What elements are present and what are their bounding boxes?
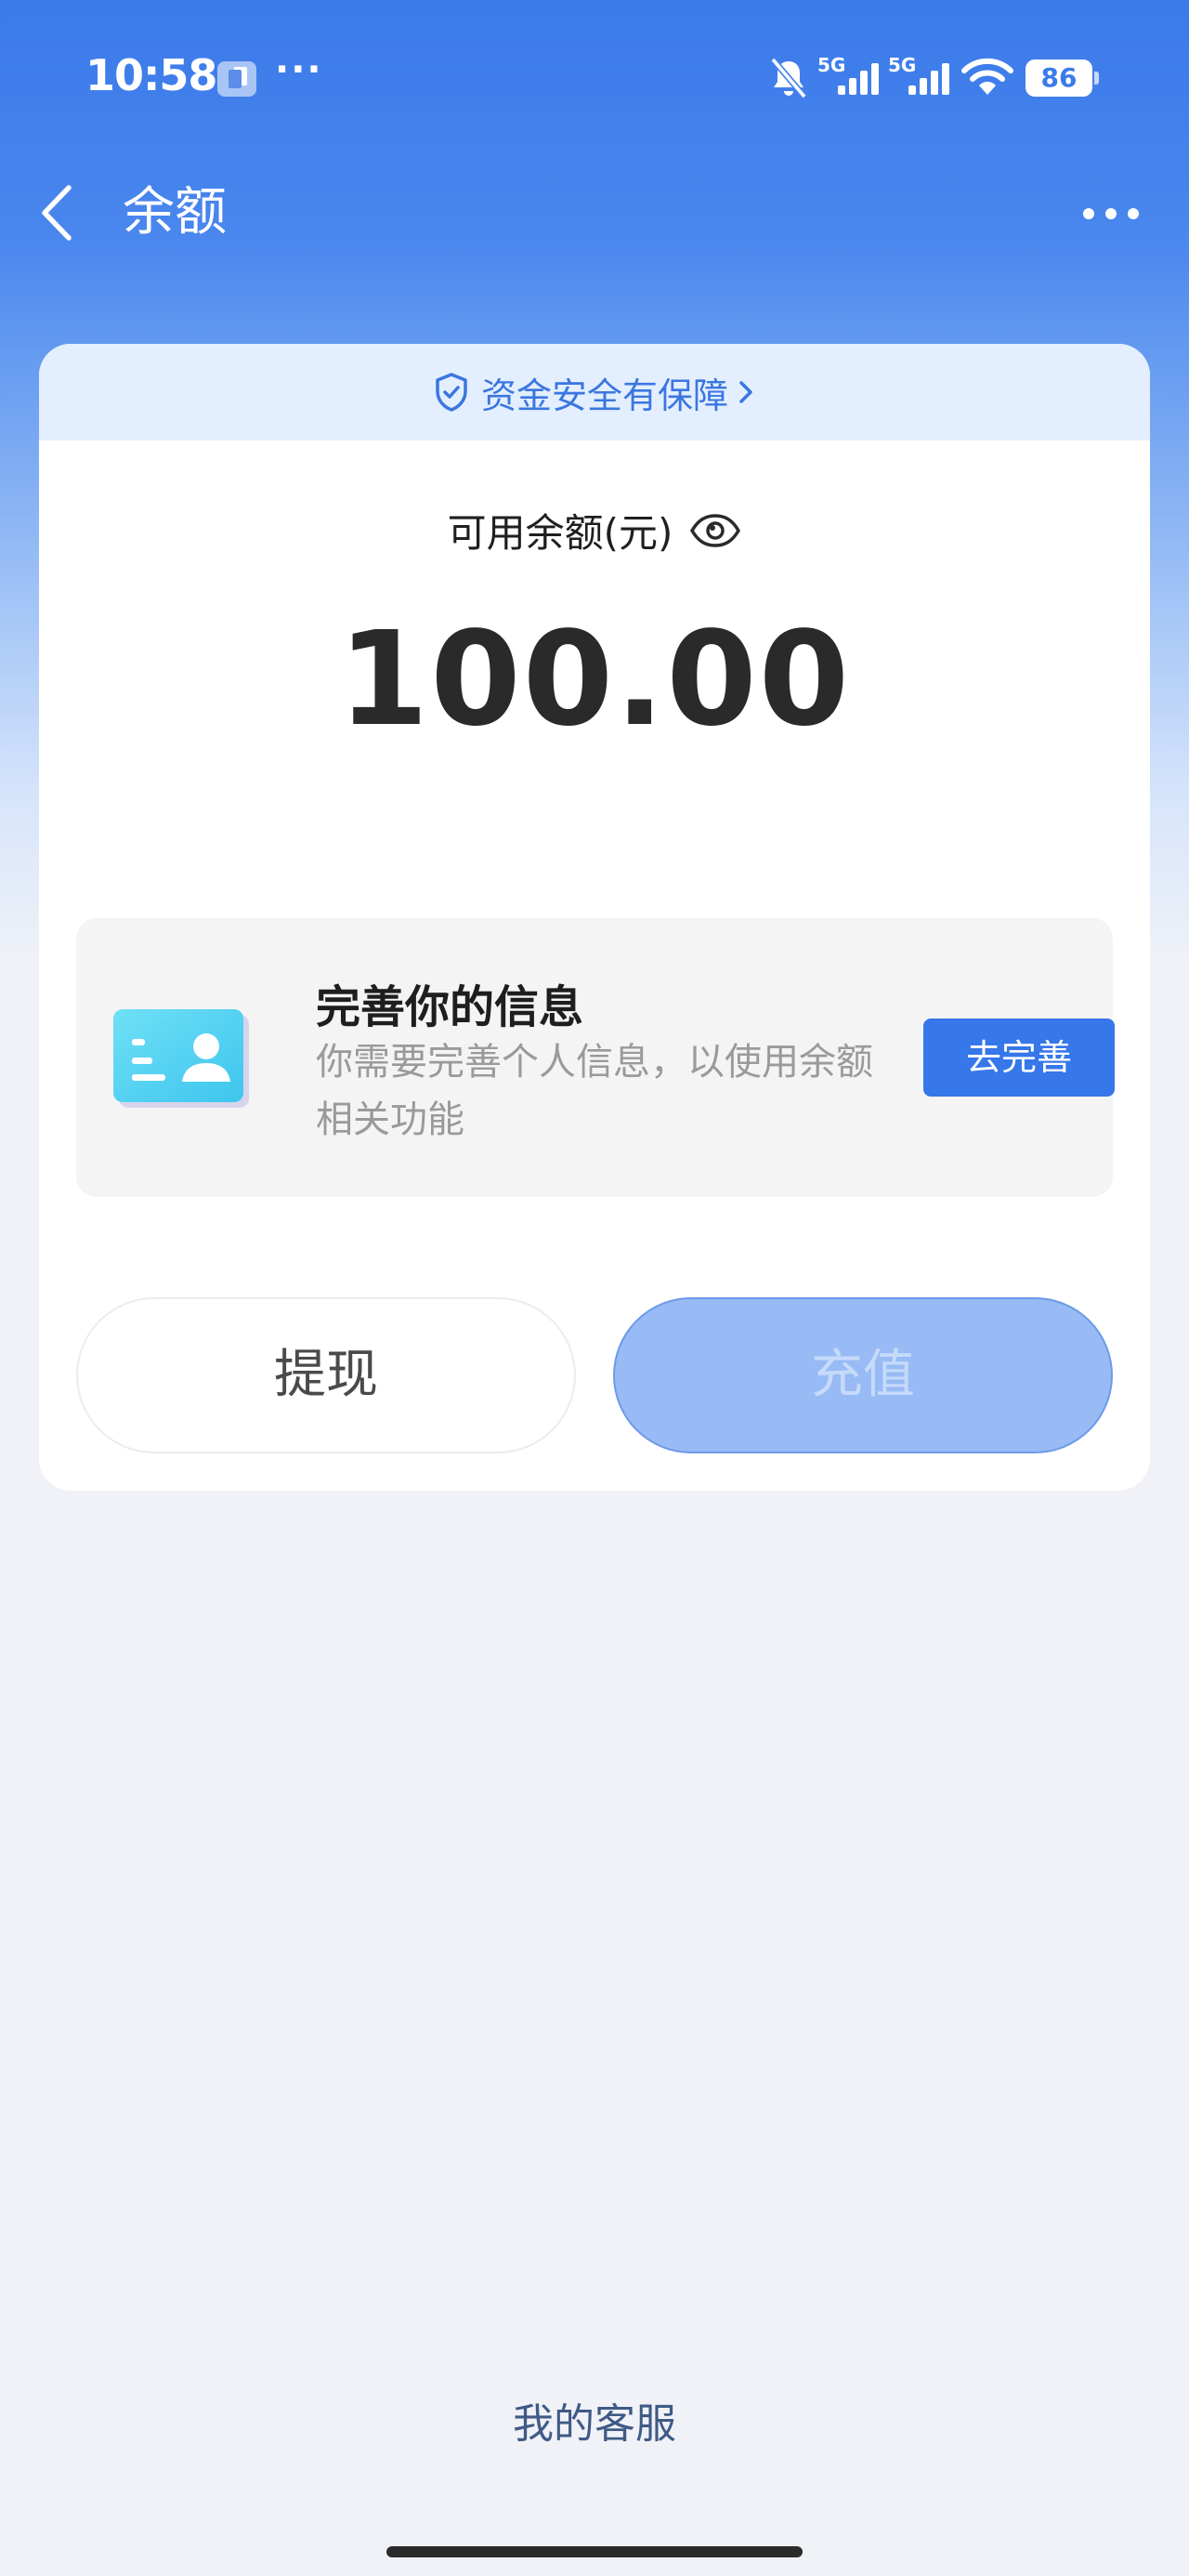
- balance-label-row: 可用余额(元): [39, 502, 1150, 559]
- status-bar: 10:58 ··· 5G 5G 86: [0, 0, 1189, 158]
- nav-bar: 余额: [0, 158, 1189, 269]
- battery-indicator: 86: [1026, 59, 1099, 97]
- complete-info-prompt: 完善你的信息 你需要完善个人信息，以使用余额相关功能 去完善: [76, 918, 1115, 1197]
- id-card-icon: [113, 1009, 249, 1108]
- status-more-dots: ···: [275, 48, 323, 91]
- bell-off-icon: [770, 57, 807, 99]
- recharge-button[interactable]: 充值: [613, 1297, 1113, 1453]
- info-description: 你需要完善个人信息，以使用余额相关功能: [316, 1041, 873, 1141]
- available-balance-label: 可用余额(元): [447, 510, 673, 556]
- back-arrow-icon[interactable]: [33, 180, 85, 245]
- balance-amount: 100.00: [337, 604, 852, 756]
- fund-safety-text: 资金安全有保障: [480, 375, 728, 416]
- fund-safety-banner[interactable]: 资金安全有保障: [39, 344, 1150, 440]
- cell-signal-1-icon: 5G: [817, 54, 882, 95]
- app-notification-icon: [217, 61, 256, 97]
- withdraw-button[interactable]: 提现: [76, 1297, 576, 1453]
- home-indicator[interactable]: [386, 2546, 803, 2557]
- chevron-right-icon: [739, 381, 752, 403]
- status-time: 10:58: [85, 50, 217, 100]
- balance-page: 10:58 ··· 5G 5G 86 余额 资金安全有保障 可用余额(元) 10…: [0, 0, 1189, 2576]
- shield-icon: [436, 373, 467, 412]
- page-title: 余额: [123, 182, 227, 243]
- more-icon[interactable]: [1083, 195, 1139, 232]
- wifi-icon: [961, 58, 1013, 95]
- eye-icon[interactable]: [689, 512, 741, 549]
- info-title: 完善你的信息: [316, 981, 584, 1033]
- customer-service-link[interactable]: 我的客服: [0, 2390, 1189, 2450]
- balance-card: 资金安全有保障 可用余额(元) 100.00 完善你的信息 你需要完善个人信息，…: [39, 344, 1150, 1491]
- cell-signal-2-icon: 5G: [888, 54, 953, 95]
- complete-info-button[interactable]: 去完善: [923, 1019, 1115, 1097]
